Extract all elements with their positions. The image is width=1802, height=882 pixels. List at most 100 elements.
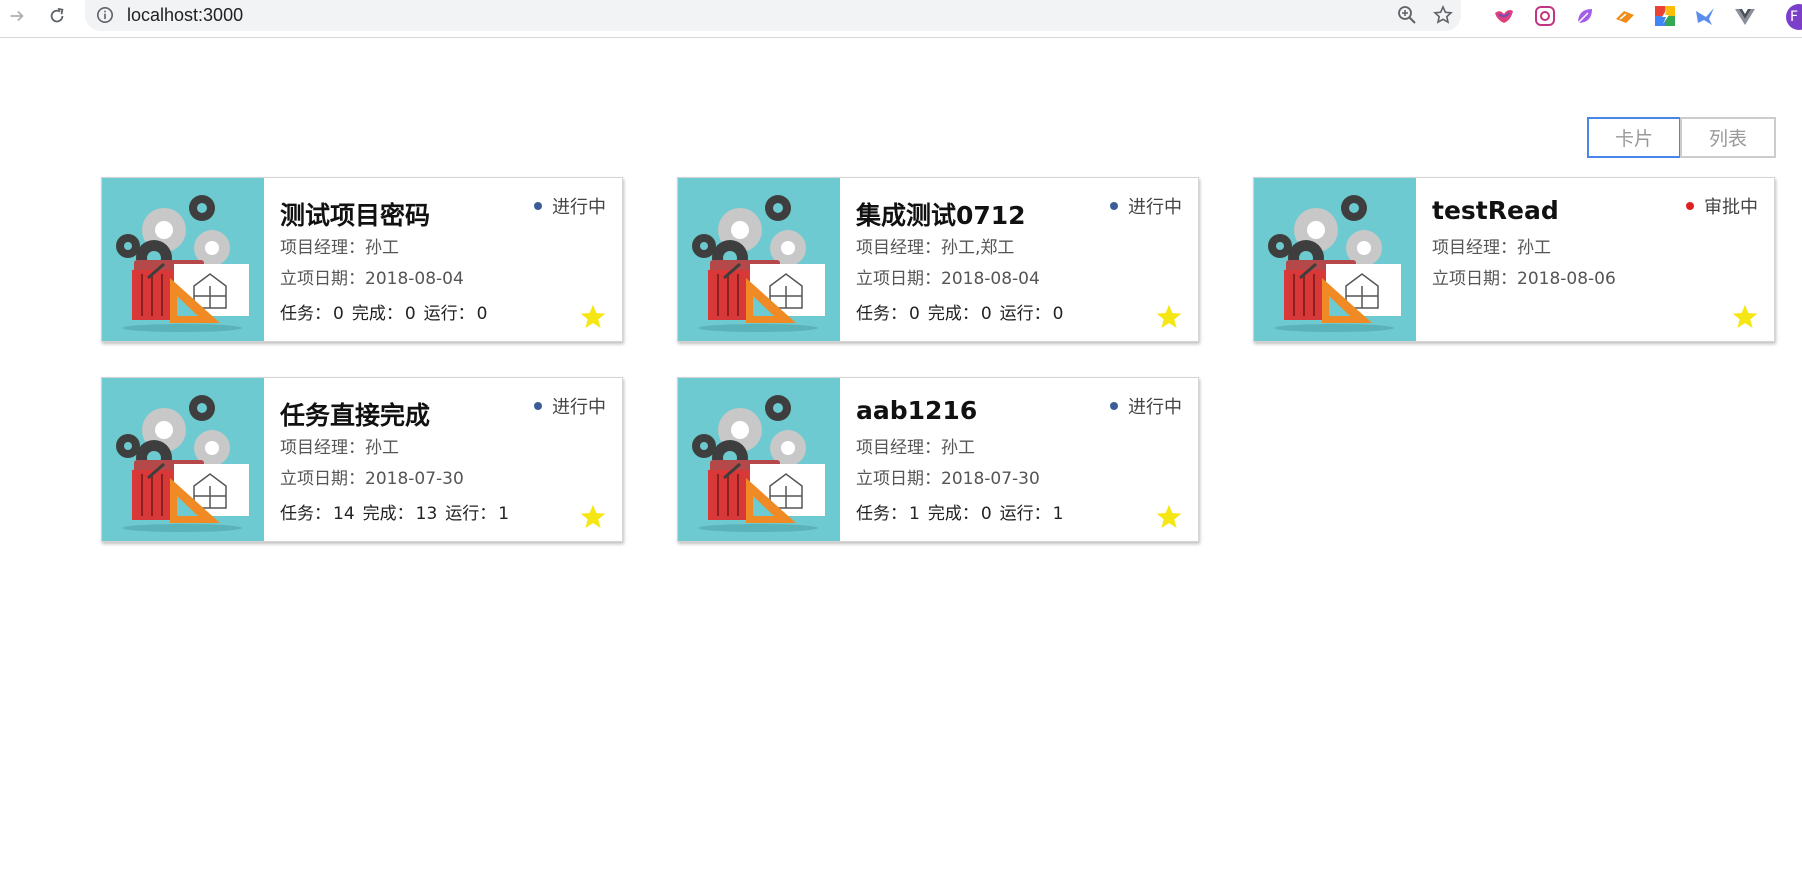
done-count-label: 完成： <box>927 504 979 524</box>
project-card[interactable]: 任务直接完成 项目经理：孙工 立项日期：2018-07-30 任务： 14 完成： 13 运行… <box>101 377 623 542</box>
date-label: 立项日期： <box>1432 269 1517 289</box>
project-title[interactable]: 测试项目密码 <box>280 196 430 232</box>
manager-value: 孙工 <box>941 438 975 458</box>
date-label: 立项日期： <box>280 269 365 289</box>
project-title[interactable]: aab1216 <box>856 396 977 425</box>
task-count-label: 任务： <box>856 504 907 524</box>
manager-value: 孙工,郑工 <box>941 238 1015 258</box>
task-count: 1 <box>909 504 920 524</box>
project-title[interactable]: testRead <box>1432 196 1559 225</box>
manager-label: 项目经理： <box>856 438 941 458</box>
status-text: 进行中 <box>552 197 606 218</box>
project-card[interactable]: 测试项目密码 项目经理：孙工 立项日期：2018-08-04 任务： 0 完成： 0 运行： 0… <box>101 177 623 342</box>
favorite-button[interactable] <box>1155 303 1183 331</box>
project-manager: 项目经理：孙工 <box>280 233 399 258</box>
project-task-stats: 任务： 14 完成： 13 运行： 1 <box>280 499 517 524</box>
favorite-button[interactable] <box>1731 303 1759 331</box>
favorite-star-icon <box>1156 504 1182 528</box>
task-count-label: 任务： <box>280 304 331 324</box>
manager-value: 孙工 <box>365 238 399 258</box>
status-badge: 进行中 <box>1110 393 1182 419</box>
browser-toolbar: localhost:3000 F <box>0 0 1802 38</box>
project-card[interactable]: aab1216 项目经理：孙工 立项日期：2018-07-30 任务： 1 完成： 0 运行：… <box>677 377 1199 542</box>
favorite-star-icon <box>580 504 606 528</box>
project-start-date: 立项日期：2018-07-30 <box>856 464 1040 489</box>
status-dot-icon <box>1110 202 1118 210</box>
extension-vue-icon[interactable] <box>1734 5 1756 27</box>
status-dot-icon <box>1110 402 1118 410</box>
forward-button[interactable] <box>4 3 30 29</box>
date-value: 2018-08-04 <box>365 269 464 289</box>
favorite-star-icon <box>1156 304 1182 328</box>
extension-color-icon[interactable] <box>1654 5 1676 27</box>
project-start-date: 立项日期：2018-08-04 <box>280 264 464 289</box>
status-text: 进行中 <box>1128 197 1182 218</box>
project-title[interactable]: 任务直接完成 <box>280 396 430 432</box>
favorite-star-icon <box>1732 304 1758 328</box>
card-view-button[interactable]: 卡片 <box>1587 117 1681 158</box>
favorite-button[interactable] <box>579 503 607 531</box>
status-badge: 审批中 <box>1686 193 1758 219</box>
url-text[interactable]: localhost:3000 <box>127 5 243 26</box>
project-start-date: 立项日期：2018-08-04 <box>856 264 1040 289</box>
status-text: 审批中 <box>1704 197 1758 218</box>
done-count-label: 完成： <box>362 504 414 524</box>
manager-label: 项目经理： <box>856 238 941 258</box>
running-count-label: 运行： <box>999 504 1051 524</box>
running-count-label: 运行： <box>445 504 497 524</box>
project-thumbnail <box>102 378 264 541</box>
address-bar[interactable]: localhost:3000 <box>85 0 1461 31</box>
project-manager: 项目经理：孙工,郑工 <box>856 233 1014 258</box>
task-count: 0 <box>909 304 920 324</box>
task-count-label: 任务： <box>280 504 331 524</box>
project-thumbnail-image <box>102 178 264 341</box>
project-start-date: 立项日期：2018-08-06 <box>1432 264 1616 289</box>
project-thumbnail-image <box>678 378 840 541</box>
list-view-button[interactable]: 列表 <box>1680 117 1776 158</box>
date-value: 2018-08-04 <box>941 269 1040 289</box>
running-count-label: 运行： <box>999 304 1051 324</box>
project-thumbnail <box>678 178 840 341</box>
date-label: 立项日期： <box>280 469 365 489</box>
task-count-label: 任务： <box>856 304 907 324</box>
extension-swallow-icon[interactable] <box>1694 5 1716 27</box>
extension-instagram-icon[interactable] <box>1534 5 1556 27</box>
project-thumbnail-image <box>1254 178 1416 341</box>
project-manager: 项目经理：孙工 <box>280 433 399 458</box>
date-value: 2018-08-06 <box>1517 269 1616 289</box>
status-text: 进行中 <box>1128 397 1182 418</box>
status-dot-icon <box>534 402 542 410</box>
profile-avatar[interactable]: F <box>1786 4 1802 30</box>
running-count: 1 <box>498 504 510 524</box>
done-count-label: 完成： <box>927 304 979 324</box>
project-task-stats: 任务： 1 完成： 0 运行： 1 <box>856 499 1071 524</box>
date-value: 2018-07-30 <box>941 469 1040 489</box>
project-title[interactable]: 集成测试0712 <box>856 196 1026 232</box>
task-count: 0 <box>333 304 344 324</box>
project-manager: 项目经理：孙工 <box>1432 233 1551 258</box>
project-thumbnail-image <box>102 378 264 541</box>
project-card[interactable]: 集成测试0712 项目经理：孙工,郑工 立项日期：2018-08-04 任务： 0 完成：… <box>677 177 1199 342</box>
extension-petal-icon[interactable] <box>1574 5 1596 27</box>
project-manager: 项目经理：孙工 <box>856 433 975 458</box>
project-start-date: 立项日期：2018-07-30 <box>280 464 464 489</box>
running-count: 0 <box>476 304 488 324</box>
project-card[interactable]: testRead 项目经理：孙工立项日期：2018-08-06 审批中 <box>1253 177 1775 342</box>
date-label: 立项日期： <box>856 469 941 489</box>
status-text: 进行中 <box>552 397 606 418</box>
project-task-stats: 任务： 0 完成： 0 运行： 0 <box>280 299 495 324</box>
running-count: 1 <box>1052 504 1064 524</box>
favorite-button[interactable] <box>579 303 607 331</box>
status-badge: 进行中 <box>534 193 606 219</box>
manager-label: 项目经理： <box>280 238 365 258</box>
reload-button[interactable] <box>44 3 70 29</box>
extension-orange-icon[interactable] <box>1614 5 1636 27</box>
favorite-button[interactable] <box>1155 503 1183 531</box>
reload-icon <box>50 7 64 23</box>
extension-bird-icon[interactable] <box>1493 5 1515 27</box>
bookmark-star-icon[interactable] <box>1433 5 1453 25</box>
task-count: 14 <box>333 504 355 524</box>
zoom-icon[interactable] <box>1397 5 1417 25</box>
info-icon[interactable] <box>96 6 114 24</box>
manager-label: 项目经理： <box>1432 238 1517 258</box>
